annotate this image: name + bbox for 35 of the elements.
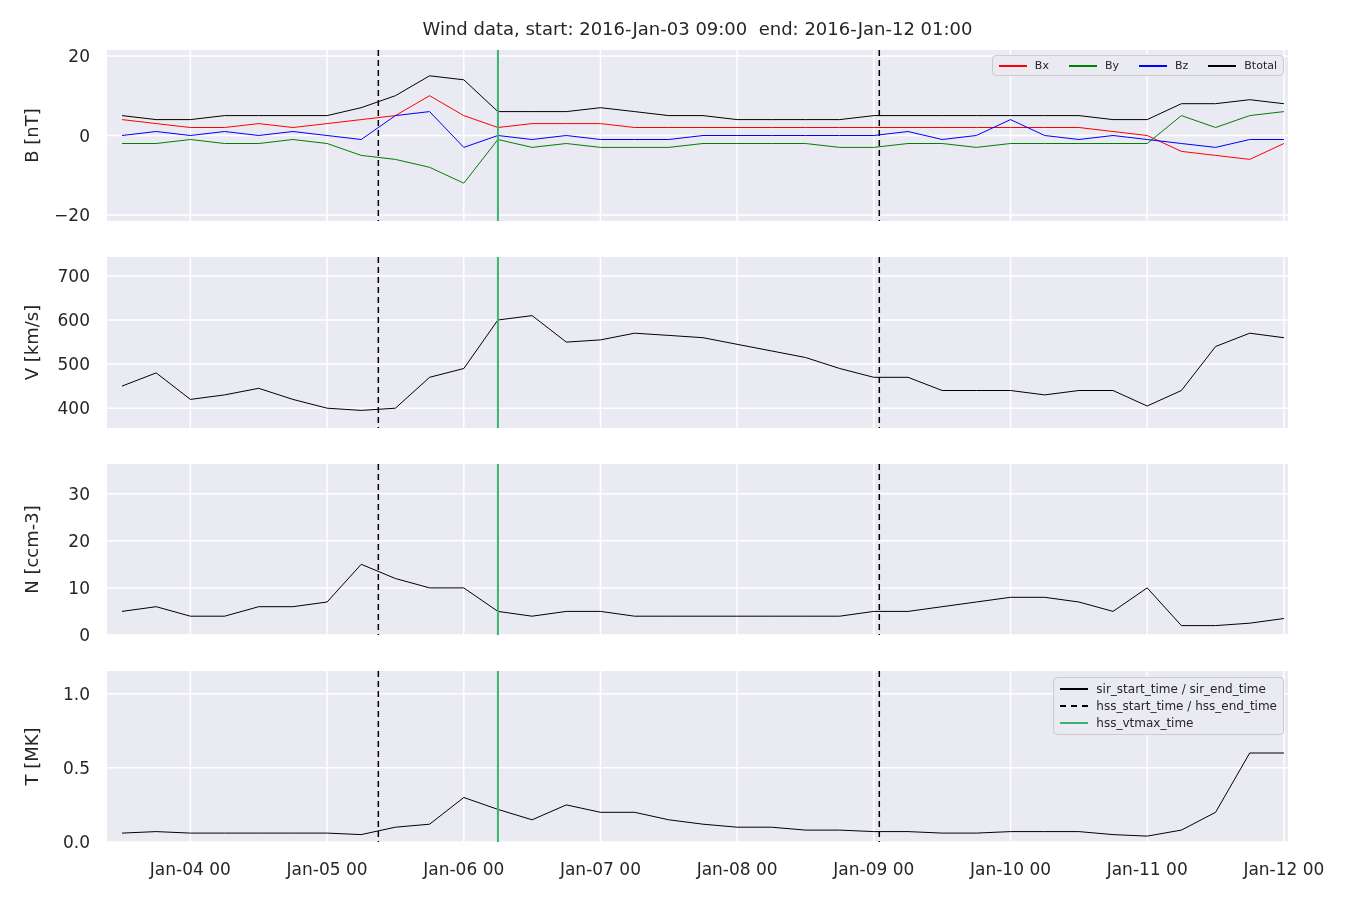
tick-label: Jan-10 00: [970, 859, 1052, 879]
axis-label: V [km/s]: [21, 304, 42, 381]
tick-label: 0: [79, 125, 90, 146]
tick-label: 10: [68, 577, 90, 598]
legend-label: sir_start_time / sir_end_time: [1096, 682, 1266, 696]
tick-label: Jan-07 00: [559, 859, 641, 879]
legend-label: hss_vtmax_time: [1096, 716, 1194, 730]
tick-label: Jan-06 00: [423, 859, 505, 879]
axis-label: T [MK]: [21, 727, 42, 786]
legend-label: Bx: [1034, 59, 1049, 72]
legend-label: Btotal: [1244, 59, 1277, 72]
tick-label: 0.5: [62, 757, 90, 778]
tick-label: 700: [57, 265, 90, 286]
axis-label: N [ccm-3]: [21, 505, 42, 594]
tick-label: 20: [68, 45, 90, 66]
tick-label: 400: [57, 398, 90, 419]
tick-label: 600: [57, 310, 90, 330]
tick-label: Jan-04 00: [149, 859, 231, 879]
tick-label: Jan-08 00: [696, 859, 778, 879]
tick-label: Jan-05 00: [286, 859, 368, 879]
tick-label: 20: [68, 530, 90, 551]
tick-label: 0.0: [62, 832, 90, 852]
tick-label: 0: [79, 625, 90, 645]
tick-label: Jan-09 00: [833, 859, 915, 879]
legend-label: Bz: [1174, 59, 1189, 72]
tick-label: 30: [68, 483, 90, 504]
tick-label: −20: [54, 205, 90, 226]
tick-label: 1.0: [62, 683, 90, 704]
legend-label: hss_start_time / hss_end_time: [1096, 699, 1277, 713]
tick-label: 500: [57, 354, 90, 375]
tick-label: Jan-12 00: [1243, 859, 1325, 879]
figure-title: Wind data, start: 2016-Jan-03 09:00 end: 2016-Jan-12 01:00: [422, 18, 973, 41]
tick-label: Jan-11 00: [1106, 859, 1188, 879]
legend-label: By: [1104, 59, 1119, 72]
axis-label: B [nT]: [21, 108, 42, 163]
